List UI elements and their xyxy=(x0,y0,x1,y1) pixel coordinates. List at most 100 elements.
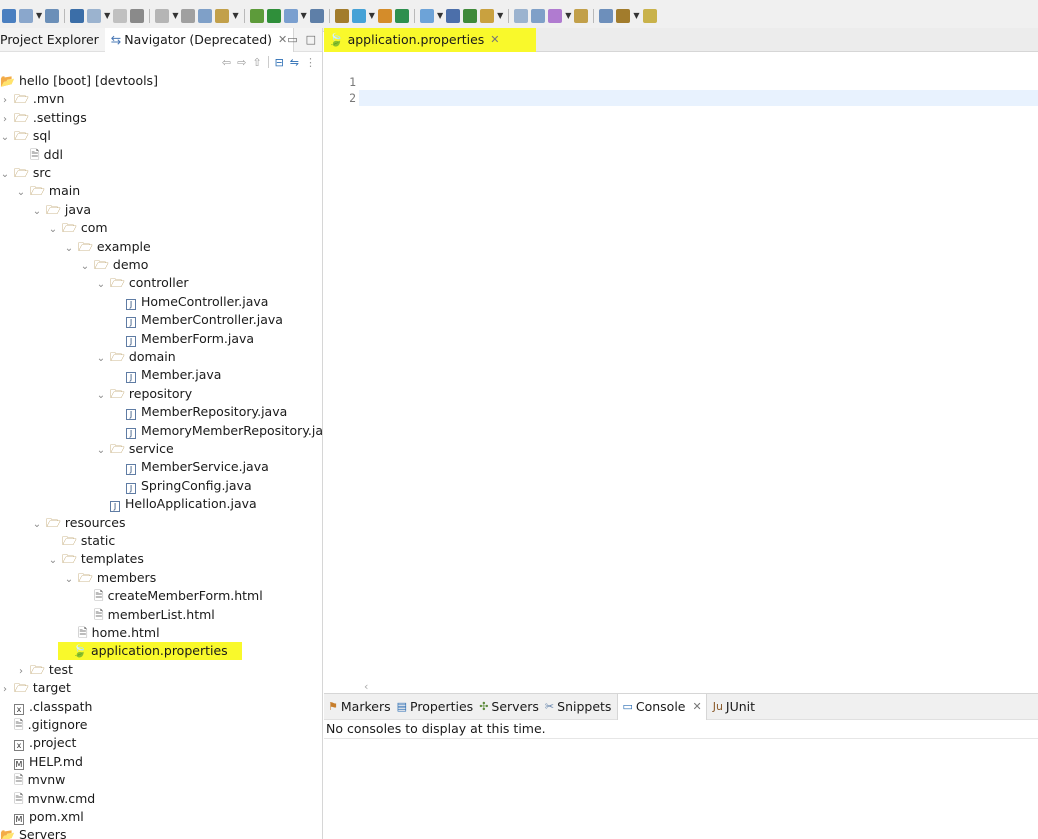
tree-item[interactable]: J SpringConfig.java xyxy=(0,477,252,495)
tree-item[interactable]: J MemberService.java xyxy=(0,458,269,476)
toolbar-button-icon[interactable] xyxy=(70,8,85,23)
tree-item[interactable]: J MemberController.java xyxy=(0,311,283,329)
tree-item[interactable]: ⌄ 🗁 demo xyxy=(0,256,149,276)
expanded-chevron-icon[interactable]: ⌄ xyxy=(48,221,58,239)
toolbar-button-icon[interactable] xyxy=(2,8,16,23)
tree-item[interactable]: J HelloApplication.java xyxy=(0,495,257,513)
expanded-chevron-icon[interactable]: ⌄ xyxy=(48,552,58,570)
toolbar-button-icon[interactable] xyxy=(394,8,409,23)
toolbar-button-icon[interactable] xyxy=(19,8,33,23)
tab-project-explorer[interactable]: Project Explorer xyxy=(0,28,105,52)
toolbar-button-icon[interactable] xyxy=(87,8,102,23)
tab-junit[interactable]: Ju JUnit xyxy=(713,699,755,714)
tree-item[interactable]: 🗎 .gitignore xyxy=(0,716,87,734)
expanded-chevron-icon[interactable]: ⌄ xyxy=(0,166,10,184)
link-with-editor-icon[interactable]: ⇋ xyxy=(290,56,299,69)
tab-snippets[interactable]: ✂ Snippets xyxy=(545,699,612,714)
toolbar-button-icon[interactable] xyxy=(377,8,392,23)
toolbar-button-icon[interactable] xyxy=(419,8,434,23)
tree-item[interactable]: ⌄ 🗁 src xyxy=(0,164,51,182)
tree-item[interactable]: 📂 hello [boot] [devtools] xyxy=(0,72,158,90)
up-icon[interactable]: ⇧ xyxy=(252,56,261,69)
tree-item[interactable]: ⌄ 🗁 main xyxy=(0,182,80,200)
expanded-chevron-icon[interactable]: ⌄ xyxy=(0,129,10,147)
toolbar-button-icon[interactable] xyxy=(480,8,495,23)
collapsed-chevron-icon[interactable]: › xyxy=(0,111,10,129)
toolbar-button-icon[interactable] xyxy=(198,8,213,23)
tree-item[interactable]: ⌄ 🗁 sql xyxy=(0,127,51,145)
tree-item[interactable]: ⌄ 🗁 com xyxy=(0,219,108,237)
tree-item[interactable]: Mpom.xml xyxy=(0,808,84,826)
tree-item[interactable]: ⌄ 🗁 controller xyxy=(0,274,189,292)
dropdown-arrow-icon[interactable]: ▼ xyxy=(232,11,238,20)
tree-item[interactable]: ⌄ 🗁 java xyxy=(0,201,91,219)
back-arrow-icon[interactable]: ⇦ xyxy=(222,56,231,69)
scroll-left-icon[interactable]: ‹ xyxy=(364,680,368,693)
close-icon[interactable]: ✕ xyxy=(692,700,701,713)
tree-item[interactable]: › 🗁 .settings xyxy=(0,109,87,127)
editor-tab-application-properties[interactable]: 🍃 application.properties ✕ xyxy=(324,27,536,52)
dropdown-arrow-icon[interactable]: ▼ xyxy=(104,11,110,20)
forward-arrow-icon[interactable]: ⇨ xyxy=(237,56,246,69)
collapse-all-icon[interactable]: ⊟ xyxy=(275,56,284,69)
collapsed-chevron-icon[interactable]: › xyxy=(0,681,10,699)
toolbar-button-icon[interactable] xyxy=(113,8,128,23)
tree-item[interactable]: ⌄ 🗁 resources xyxy=(0,514,126,534)
close-icon[interactable]: ✕ xyxy=(490,33,499,46)
tree-item[interactable]: J HomeController.java xyxy=(0,293,268,311)
tree-item[interactable]: ⌄ 🗁 domain xyxy=(0,348,176,366)
toolbar-button-icon[interactable] xyxy=(155,8,170,23)
tree-item[interactable]: J MemoryMemberRepository.java xyxy=(0,422,322,440)
tab-servers[interactable]: ✣ Servers xyxy=(479,699,539,714)
tree-item[interactable]: 📂 Servers xyxy=(0,826,66,839)
dropdown-arrow-icon[interactable]: ▼ xyxy=(369,11,375,20)
view-menu-icon[interactable]: ⋮ xyxy=(305,56,316,69)
tree-item[interactable]: 🗎 mvnw xyxy=(0,771,65,789)
minimize-icon[interactable]: ▭ xyxy=(287,33,297,46)
dropdown-arrow-icon[interactable]: ▼ xyxy=(437,11,443,20)
dropdown-arrow-icon[interactable]: ▼ xyxy=(633,11,639,20)
tab-properties[interactable]: ▤ Properties xyxy=(397,699,474,714)
tree-item[interactable]: M HELP.md xyxy=(0,753,83,771)
toolbar-button-icon[interactable] xyxy=(531,8,546,23)
toolbar-button-icon[interactable] xyxy=(574,8,589,23)
tree-item[interactable]: ⌄ 🗁 service xyxy=(0,440,174,458)
tree-item[interactable]: ⌄ 🗁 templates xyxy=(0,550,144,568)
tab-navigator[interactable]: ⇆ Navigator (Deprecated) ✕ xyxy=(104,28,295,52)
tree-item[interactable]: 🗎 createMemberForm.html xyxy=(0,587,263,605)
tree-item[interactable]: › 🗁 target xyxy=(0,679,71,697)
toolbar-button-icon[interactable] xyxy=(446,8,461,23)
close-icon[interactable]: ✕ xyxy=(278,33,287,46)
toolbar-button-icon[interactable] xyxy=(266,8,281,23)
toolbar-button-icon[interactable] xyxy=(283,8,298,23)
toolbar-button-icon[interactable] xyxy=(642,8,657,23)
toolbar-button-icon[interactable] xyxy=(616,8,631,23)
tree-item[interactable]: ⌄ 🗁 members xyxy=(0,569,156,587)
expanded-chevron-icon[interactable]: ⌄ xyxy=(96,276,106,294)
expanded-chevron-icon[interactable]: ⌄ xyxy=(32,516,42,534)
tree-item[interactable]: 🗎 ddl xyxy=(0,146,63,164)
editor-text[interactable]: 1 2 ‹ xyxy=(324,52,1038,693)
tree-item[interactable]: 🗎 mvnw.cmd xyxy=(0,790,95,808)
expanded-chevron-icon[interactable]: ⌄ xyxy=(64,240,74,258)
toolbar-button-icon[interactable] xyxy=(249,8,264,23)
expanded-chevron-icon[interactable]: ⌄ xyxy=(96,442,106,460)
tab-console[interactable]: ▭ Console ✕ xyxy=(617,693,707,720)
expanded-chevron-icon[interactable]: ⌄ xyxy=(16,184,26,202)
tree-item[interactable]: x .project xyxy=(0,734,76,752)
maximize-icon[interactable]: □ xyxy=(306,33,316,46)
toolbar-button-icon[interactable] xyxy=(514,8,529,23)
dropdown-arrow-icon[interactable]: ▼ xyxy=(565,11,571,20)
tree-item[interactable]: › 🗁 test xyxy=(0,661,73,679)
tree-item[interactable]: 🗎 home.html xyxy=(0,624,160,642)
dropdown-arrow-icon[interactable]: ▼ xyxy=(497,11,503,20)
tree-item[interactable]: 🗁 static xyxy=(0,532,115,550)
toolbar-button-icon[interactable] xyxy=(309,8,324,23)
expanded-chevron-icon[interactable]: ⌄ xyxy=(32,203,42,221)
expanded-chevron-icon[interactable]: ⌄ xyxy=(80,258,90,276)
toolbar-button-icon[interactable] xyxy=(463,8,478,23)
toolbar-button-icon[interactable] xyxy=(548,8,563,23)
tree-item[interactable]: J MemberForm.java xyxy=(0,330,254,348)
tree-item[interactable]: ⌄ 🗁 example xyxy=(0,238,151,256)
tree-item[interactable]: 🍃 application.properties xyxy=(58,642,242,661)
